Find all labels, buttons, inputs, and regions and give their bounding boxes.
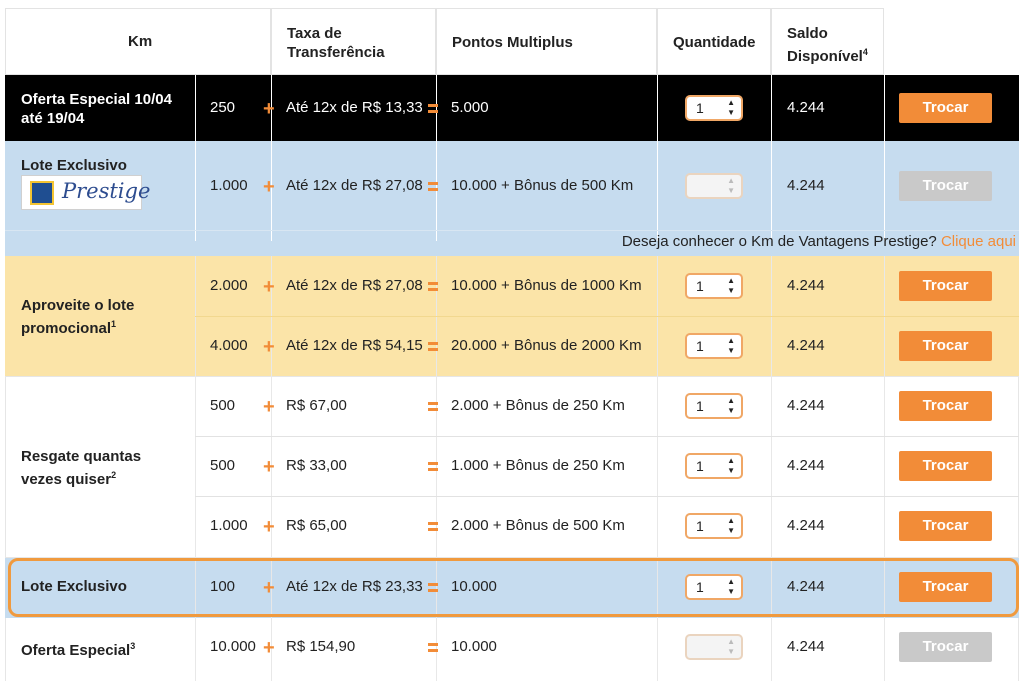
equals-icon bbox=[428, 342, 438, 351]
taxa-value: R$ 65,00 bbox=[286, 517, 347, 534]
pontos-value: 1.000 + Bônus de 250 Km bbox=[451, 457, 625, 474]
trocar-button[interactable]: Trocar bbox=[899, 391, 992, 421]
equals-icon bbox=[428, 522, 438, 531]
saldo-value: 4.244 bbox=[787, 177, 825, 194]
select-arrows-icon: ▲ ▼ bbox=[727, 98, 735, 117]
taxa-value: Até 12x de R$ 27,08 bbox=[286, 277, 423, 294]
equals-icon bbox=[428, 282, 438, 291]
select-arrows-icon: ▲ ▼ bbox=[727, 396, 735, 415]
quantity-select[interactable]: 1 ▲ ▼ bbox=[685, 393, 743, 419]
saldo-value: 4.244 bbox=[787, 457, 825, 474]
select-arrows-icon: ▲ ▼ bbox=[727, 456, 735, 475]
km-value: 500 bbox=[210, 397, 236, 414]
equals-icon bbox=[428, 402, 438, 411]
trocar-button-disabled[interactable]: Trocar bbox=[899, 171, 992, 201]
plus-icon: + bbox=[263, 396, 275, 418]
row-label: Aproveite o lote promocional1 bbox=[21, 297, 135, 337]
taxa-value: Até 12x de R$ 13,33 bbox=[286, 99, 423, 116]
pontos-value: 2.000 + Bônus de 250 Km bbox=[451, 397, 625, 414]
km-value: 1.000 bbox=[210, 517, 248, 534]
prestige-logo: Prestige bbox=[21, 175, 150, 210]
row-label: Oferta Especial 10/04 até 19/04 bbox=[21, 91, 172, 127]
select-arrows-icon: ▲ ▼ bbox=[727, 336, 735, 355]
km-value: 500 bbox=[210, 457, 236, 474]
trocar-button[interactable]: Trocar bbox=[899, 451, 992, 481]
taxa-value: Até 12x de R$ 54,15 bbox=[286, 337, 423, 354]
pontos-value: 10.000 + Bônus de 500 Km bbox=[451, 177, 634, 194]
plus-icon: + bbox=[263, 577, 275, 599]
row-label: Lote Exclusivo bbox=[21, 578, 127, 595]
trocar-button[interactable]: Trocar bbox=[899, 93, 992, 123]
pontos-value: 5.000 bbox=[451, 99, 489, 116]
trocar-button[interactable]: Trocar bbox=[899, 331, 992, 361]
pontos-value: 20.000 + Bônus de 2000 Km bbox=[451, 337, 642, 354]
select-arrows-icon: ▲ ▼ bbox=[727, 516, 735, 535]
row-label: Lote Exclusivo bbox=[21, 157, 127, 174]
km-value: 1.000 bbox=[210, 177, 248, 194]
plus-icon: + bbox=[263, 456, 275, 478]
prestige-question: Deseja conhecer o Km de Vantagens Presti… bbox=[621, 233, 937, 250]
taxa-value: Até 12x de R$ 23,33 bbox=[286, 578, 423, 595]
pontos-value: 10.000 bbox=[451, 578, 497, 595]
select-arrows-icon: ▲ ▼ bbox=[727, 637, 735, 656]
quantity-select[interactable]: 1 ▲ ▼ bbox=[685, 513, 743, 539]
row-label: Oferta Especial3 bbox=[21, 641, 136, 659]
km-value: 250 bbox=[210, 99, 236, 116]
taxa-value: R$ 67,00 bbox=[286, 397, 347, 414]
equals-icon bbox=[428, 104, 438, 113]
select-arrows-icon: ▲ ▼ bbox=[727, 276, 735, 295]
equals-icon bbox=[428, 643, 438, 652]
saldo-value: 4.244 bbox=[787, 337, 825, 354]
taxa-value: Até 12x de R$ 27,08 bbox=[286, 177, 423, 194]
header-pontos: Pontos Multiplus bbox=[436, 8, 657, 75]
equals-icon bbox=[428, 182, 438, 191]
equals-icon bbox=[428, 462, 438, 471]
equals-icon bbox=[428, 583, 438, 592]
plus-icon: + bbox=[263, 176, 275, 198]
trocar-button[interactable]: Trocar bbox=[899, 572, 992, 602]
header-saldo: Saldo Disponível4 bbox=[771, 8, 884, 75]
quantity-select[interactable]: 1 ▲ ▼ bbox=[685, 273, 743, 299]
trocar-button-disabled[interactable]: Trocar bbox=[899, 632, 992, 662]
plus-icon: + bbox=[263, 516, 275, 538]
quantity-select[interactable]: 1 ▲ ▼ bbox=[685, 574, 743, 600]
km-value: 2.000 bbox=[210, 277, 248, 294]
pontos-value: 2.000 + Bônus de 500 Km bbox=[451, 517, 625, 534]
plus-icon: + bbox=[263, 276, 275, 298]
saldo-value: 4.244 bbox=[787, 277, 825, 294]
saldo-value: 4.244 bbox=[787, 397, 825, 414]
select-arrows-icon: ▲ ▼ bbox=[727, 176, 735, 195]
prestige-badge-icon bbox=[30, 181, 54, 205]
plus-icon: + bbox=[263, 637, 275, 659]
saldo-value: 4.244 bbox=[787, 517, 825, 534]
quantity-select-disabled[interactable]: ▲ ▼ bbox=[685, 173, 743, 199]
km-value: 4.000 bbox=[210, 337, 248, 354]
prestige-info: Deseja conhecer o Km de Vantagens Presti… bbox=[622, 232, 1016, 252]
quantity-select[interactable]: 1 ▲ ▼ bbox=[685, 95, 743, 121]
row-label: Resgate quantas vezes quiser2 bbox=[21, 448, 142, 488]
header-quantidade: Quantidade bbox=[657, 8, 771, 75]
quantity-select[interactable]: 1 ▲ ▼ bbox=[685, 453, 743, 479]
taxa-value: R$ 33,00 bbox=[286, 457, 347, 474]
select-arrows-icon: ▲ ▼ bbox=[727, 577, 735, 596]
saldo-value: 4.244 bbox=[787, 578, 825, 595]
km-value: 10.000 bbox=[210, 638, 256, 655]
header-taxa: Taxa de Transferência bbox=[271, 8, 436, 75]
km-value: 100 bbox=[210, 578, 236, 595]
taxa-value: R$ 154,90 bbox=[286, 638, 356, 655]
pontos-value: 10.000 bbox=[451, 638, 497, 655]
trocar-button[interactable]: Trocar bbox=[899, 511, 992, 541]
saldo-value: 4.244 bbox=[787, 638, 825, 655]
header-km: Km bbox=[5, 8, 271, 75]
saldo-value: 4.244 bbox=[787, 99, 825, 116]
trocar-button[interactable]: Trocar bbox=[899, 271, 992, 301]
pontos-value: 10.000 + Bônus de 1000 Km bbox=[451, 277, 642, 294]
plus-icon: + bbox=[263, 98, 275, 120]
quantity-select[interactable]: 1 ▲ ▼ bbox=[685, 333, 743, 359]
quantity-select-disabled[interactable]: ▲ ▼ bbox=[685, 634, 743, 660]
prestige-link[interactable]: Clique aqui bbox=[941, 233, 1016, 250]
plus-icon: + bbox=[263, 336, 275, 358]
